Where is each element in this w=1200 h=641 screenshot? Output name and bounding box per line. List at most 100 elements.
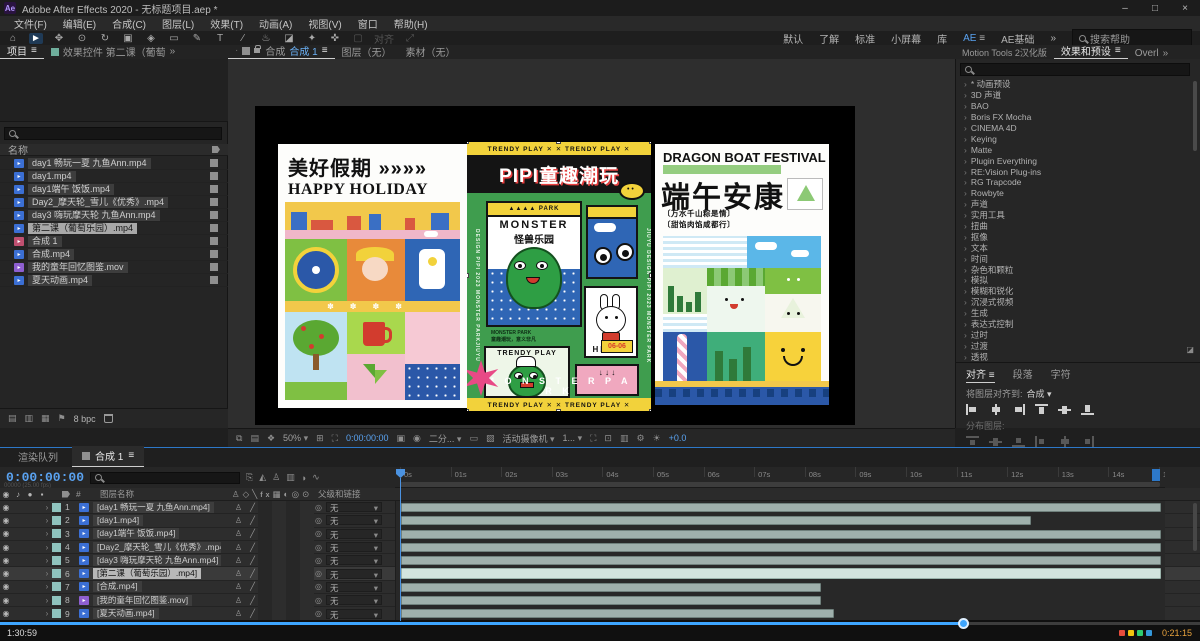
layer-expander-icon[interactable]: › (42, 596, 52, 605)
expander-icon[interactable]: › (964, 232, 967, 242)
expander-icon[interactable]: › (964, 319, 967, 329)
workspace-overflow[interactable]: » (1050, 33, 1056, 44)
workspace-small-screen[interactable]: 小屏幕 (891, 31, 921, 46)
layer-name[interactable]: [Day2_摩天轮_雪儿《优秀》.mp4] (93, 542, 221, 553)
exposure-icon[interactable]: ☀ (653, 433, 661, 444)
align-checkbox[interactable]: ▢ (351, 33, 365, 44)
parent-dropdown[interactable]: 无▾ (326, 595, 382, 605)
effects-category-row[interactable]: › 杂色和颗粒 (958, 264, 1190, 275)
graph-editor-icon[interactable]: ∿ (312, 472, 320, 483)
layer-row[interactable]: ◉ › 8 ▸ [我的童年回忆图鉴.mov] ♙ ╱ ◎ 无▾ (0, 594, 1200, 607)
effects-category-row[interactable]: › 模拟 (958, 275, 1190, 286)
puppet-pin-tool-icon[interactable]: ✜ (328, 33, 342, 44)
layer-duration-bar[interactable] (401, 556, 1161, 565)
distribute-top-button[interactable] (966, 436, 979, 447)
layer-track-lane[interactable] (395, 581, 1165, 594)
selection-handle[interactable] (467, 142, 469, 144)
layer-name-column[interactable]: 图层名称 (100, 488, 134, 500)
effects-category-row[interactable]: › 过时 (958, 329, 1190, 340)
project-search-input[interactable] (4, 127, 222, 140)
layer-track-lane[interactable] (395, 501, 1165, 514)
tab-overflow[interactable]: Overl » (1128, 48, 1175, 59)
tab-effects-presets[interactable]: 效果和预设 ≡ (1054, 43, 1128, 59)
expander-icon[interactable]: › (964, 123, 967, 133)
always-preview-icon[interactable]: ⧉ (236, 433, 242, 444)
minimize-button[interactable]: – (1110, 0, 1140, 16)
parent-dropdown[interactable]: 无▾ (326, 609, 382, 619)
layer-label-chip[interactable] (52, 596, 61, 605)
layer-track-lane[interactable] (395, 554, 1165, 567)
layer-track-lane[interactable] (395, 607, 1165, 620)
eye-icon[interactable]: ◉ (0, 556, 12, 565)
layer-label-chip[interactable] (52, 609, 61, 618)
effects-search-input[interactable] (960, 63, 1190, 76)
expander-icon[interactable]: › (964, 210, 967, 220)
pen-tool-icon[interactable]: ✎ (190, 33, 204, 44)
quality-switch[interactable]: ╱ (246, 556, 259, 565)
layer-name[interactable]: [day1 畅玩一夏 九鱼Ann.mp4] (93, 502, 214, 513)
layer-expander-icon[interactable]: › (42, 529, 52, 538)
item-checkbox[interactable] (210, 224, 218, 232)
layer-expander-icon[interactable]: › (42, 556, 52, 565)
effects-category-row[interactable]: › Plugin Everything (958, 155, 1190, 166)
work-area-bar[interactable] (400, 482, 1160, 487)
parent-dropdown[interactable]: 无▾ (326, 515, 382, 525)
expander-icon[interactable]: › (964, 145, 967, 155)
shy-switch[interactable]: ♙ (232, 556, 245, 565)
hand-tool-icon[interactable]: ✥ (52, 33, 66, 44)
tab-project[interactable]: 项目 ≡ (0, 43, 44, 59)
selection-handle[interactable] (556, 142, 561, 144)
project-item-row[interactable]: ▸ day1 畅玩一夏 九鱼Ann.mp4 (0, 157, 228, 170)
layer-row[interactable]: ◉ › 3 ▸ [day1端午 饭饭.mp4] ♙ ╱ ◎ 无▾ (0, 528, 1200, 541)
parent-link-column[interactable]: 父级和链接 (318, 488, 361, 500)
align-to-dropdown[interactable]: 合成 ▾ (1027, 387, 1052, 400)
view-layout-dropdown[interactable]: 1... ▾ (563, 433, 583, 444)
project-column-header[interactable]: 名称 (0, 144, 228, 156)
workspace-standard[interactable]: 标准 (855, 31, 875, 46)
timeline-end-handle[interactable] (1152, 469, 1160, 481)
effects-category-row[interactable]: › 时间 (958, 253, 1190, 264)
effects-category-row[interactable]: › Keying (958, 133, 1190, 144)
expander-icon[interactable]: › (964, 134, 967, 144)
layer-expander-icon[interactable]: › (42, 609, 52, 618)
layer-name[interactable]: [day1端午 饭饭.mp4] (93, 528, 179, 539)
home-icon[interactable]: ⌂ (6, 33, 20, 44)
selection-tool-icon[interactable]: ► (29, 33, 43, 44)
fast-previews-icon[interactable]: ⊡ (604, 433, 612, 444)
expander-icon[interactable]: › (964, 177, 967, 187)
eye-icon[interactable]: ◉ (0, 596, 12, 605)
parent-pickwhip-icon[interactable]: ◎ (315, 609, 322, 618)
effects-category-row[interactable]: › 生成 (958, 308, 1190, 319)
align-bottom-button[interactable] (1081, 404, 1094, 415)
exposure-value[interactable]: +0.0 (669, 433, 687, 443)
menu-item[interactable]: 图层(L) (154, 16, 202, 31)
player-progress-track[interactable] (0, 622, 1200, 625)
layer-expander-icon[interactable]: › (42, 569, 52, 578)
roto-brush-tool-icon[interactable]: ✦ (305, 33, 319, 44)
roi-icon[interactable]: ▭ (469, 433, 478, 444)
grid-guides-icon[interactable]: ⊞ (316, 433, 324, 444)
tab-timeline-comp[interactable]: 合成 1 ≡ (72, 446, 144, 467)
close-button[interactable]: × (1170, 0, 1200, 16)
effects-category-row[interactable]: › Matte (958, 144, 1190, 155)
distribute-center-v-button[interactable] (989, 436, 1002, 447)
shape-tool-icon[interactable]: ▭ (167, 33, 181, 44)
eye-icon[interactable]: ◉ (0, 582, 12, 591)
snapshot-icon[interactable]: ▣ (397, 433, 406, 444)
layer-row[interactable]: ◉ › 9 ▸ [夏天动画.mp4] ♙ ╱ ◎ 无▾ (0, 607, 1200, 620)
layer-name[interactable]: [day3 嗨玩摩天轮 九鱼Ann.mp4] (93, 555, 221, 566)
primary-viewer-icon[interactable]: ▤ (250, 433, 259, 444)
quality-switch[interactable]: ╱ (246, 529, 259, 538)
layer-track-lane[interactable] (395, 541, 1165, 554)
workspace-ae[interactable]: AE ≡ (963, 33, 985, 44)
align-center-h-button[interactable] (989, 404, 1002, 415)
layer-row[interactable]: ◉ › 4 ▸ [Day2_摩天轮_雪儿《优秀》.mp4] ♙ ╱ ◎ 无▾ (0, 541, 1200, 554)
selection-handle[interactable] (467, 273, 469, 278)
layer-duration-bar[interactable] (401, 609, 834, 618)
tab-character[interactable]: 字符 (1051, 366, 1071, 383)
delete-icon[interactable] (104, 414, 113, 423)
show-channel-icon[interactable]: ◉ (413, 433, 421, 444)
layer-expander-icon[interactable]: › (42, 516, 52, 525)
layer-track-lane[interactable] (395, 594, 1165, 607)
parent-pickwhip-icon[interactable]: ◎ (315, 503, 322, 512)
